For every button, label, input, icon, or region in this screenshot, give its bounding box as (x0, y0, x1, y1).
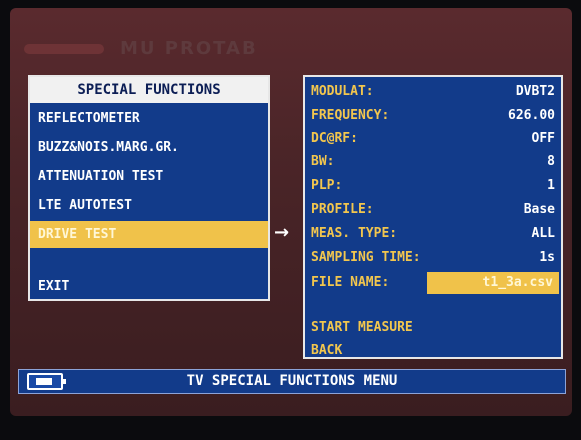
device-screen: MU PROTAB SPECIAL FUNCTIONS REFLECTOMETE… (10, 8, 572, 416)
param-value: 1s (539, 250, 555, 265)
param-label: MEAS. TYPE: (311, 226, 398, 241)
param-modulation[interactable]: MODULAT: DVBT2 (311, 81, 555, 103)
file-name-field[interactable]: t1_3a.csv (427, 272, 559, 294)
param-value: Base (523, 202, 555, 217)
special-functions-menu: SPECIAL FUNCTIONS REFLECTOMETER BUZZ&NOI… (28, 75, 270, 301)
menu-item-lte-autotest[interactable]: LTE AUTOTEST (30, 192, 268, 219)
param-label: PLP: (311, 178, 343, 193)
menu-item-exit[interactable]: EXIT (30, 273, 268, 300)
brand-text: MU PROTAB (120, 38, 258, 59)
menu-item-buzz-nois-marg[interactable]: BUZZ&NOIS.MARG.GR. (30, 134, 268, 161)
param-value: 8 (547, 154, 555, 169)
param-bandwidth[interactable]: BW: 8 (311, 151, 555, 173)
start-measure-button[interactable]: START MEASURE (311, 317, 555, 339)
menu-item-drive-test[interactable]: DRIVE TEST (30, 221, 268, 248)
param-value: 626.00 (508, 108, 555, 123)
param-value: ALL (531, 226, 555, 241)
menu-item-reflectometer[interactable]: REFLECTOMETER (30, 105, 268, 132)
param-value: 1 (547, 178, 555, 193)
param-plp[interactable]: PLP: 1 (311, 175, 555, 197)
param-label: MODULAT: (311, 84, 374, 99)
status-title: TV SPECIAL FUNCTIONS MENU (186, 373, 398, 389)
right-arrow-icon: → (274, 222, 290, 243)
param-label: BW: (311, 154, 335, 169)
action-label: START MEASURE (311, 320, 413, 335)
menu-title: SPECIAL FUNCTIONS (30, 77, 268, 103)
brand-logo: MU PROTAB (24, 38, 324, 60)
param-value: OFF (531, 131, 555, 146)
drive-test-parameters: MODULAT: DVBT2 FREQUENCY: 626.00 DC@RF: … (303, 75, 563, 359)
param-file-name[interactable]: FILE NAME: t1_3a.csv (311, 272, 559, 294)
param-label: FREQUENCY: (311, 108, 390, 123)
param-label: SAMPLING TIME: (311, 250, 421, 265)
param-sampling-time[interactable]: SAMPLING TIME: 1s (311, 247, 555, 269)
status-bar: TV SPECIAL FUNCTIONS MENU (18, 369, 566, 394)
param-meas-type[interactable]: MEAS. TYPE: ALL (311, 223, 555, 245)
menu-item-attenuation-test[interactable]: ATTENUATION TEST (30, 163, 268, 190)
param-profile[interactable]: PROFILE: Base (311, 199, 555, 221)
param-value: DVBT2 (515, 84, 555, 99)
param-frequency[interactable]: FREQUENCY: 626.00 (311, 105, 555, 127)
action-label: BACK (311, 343, 343, 358)
param-dc-rf[interactable]: DC@RF: OFF (311, 128, 555, 150)
param-label: DC@RF: (311, 131, 358, 146)
brand-mark-icon (24, 44, 104, 54)
param-label: FILE NAME: (311, 275, 390, 290)
param-label: PROFILE: (311, 202, 374, 217)
back-button[interactable]: BACK (311, 340, 555, 362)
